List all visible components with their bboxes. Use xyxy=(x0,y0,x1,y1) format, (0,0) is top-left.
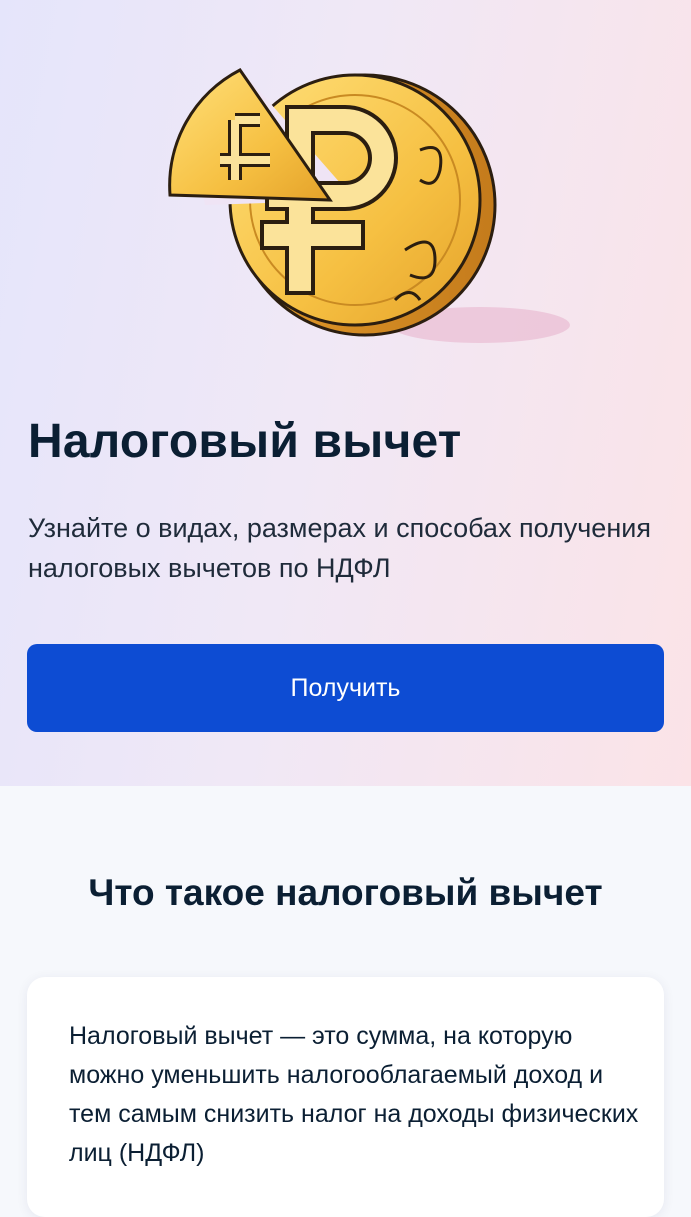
info-card-text: Налоговый вычет — это сумма, на которую … xyxy=(69,1022,639,1167)
hero-section: Налоговый вычет Узнайте о видах, размера… xyxy=(0,0,691,786)
page-subtitle: Узнайте о видах, размерах и способах пол… xyxy=(28,513,651,583)
section-title: Что такое налоговый вычет xyxy=(88,872,603,913)
info-card: Налоговый вычет — это сумма, на которую … xyxy=(27,977,664,1217)
info-section: Что такое налоговый вычет Налоговый выче… xyxy=(0,786,691,1217)
page-title: Налоговый вычет xyxy=(28,415,462,468)
ruble-coin-icon xyxy=(168,68,570,343)
get-deduction-button[interactable]: Получить xyxy=(27,644,664,732)
